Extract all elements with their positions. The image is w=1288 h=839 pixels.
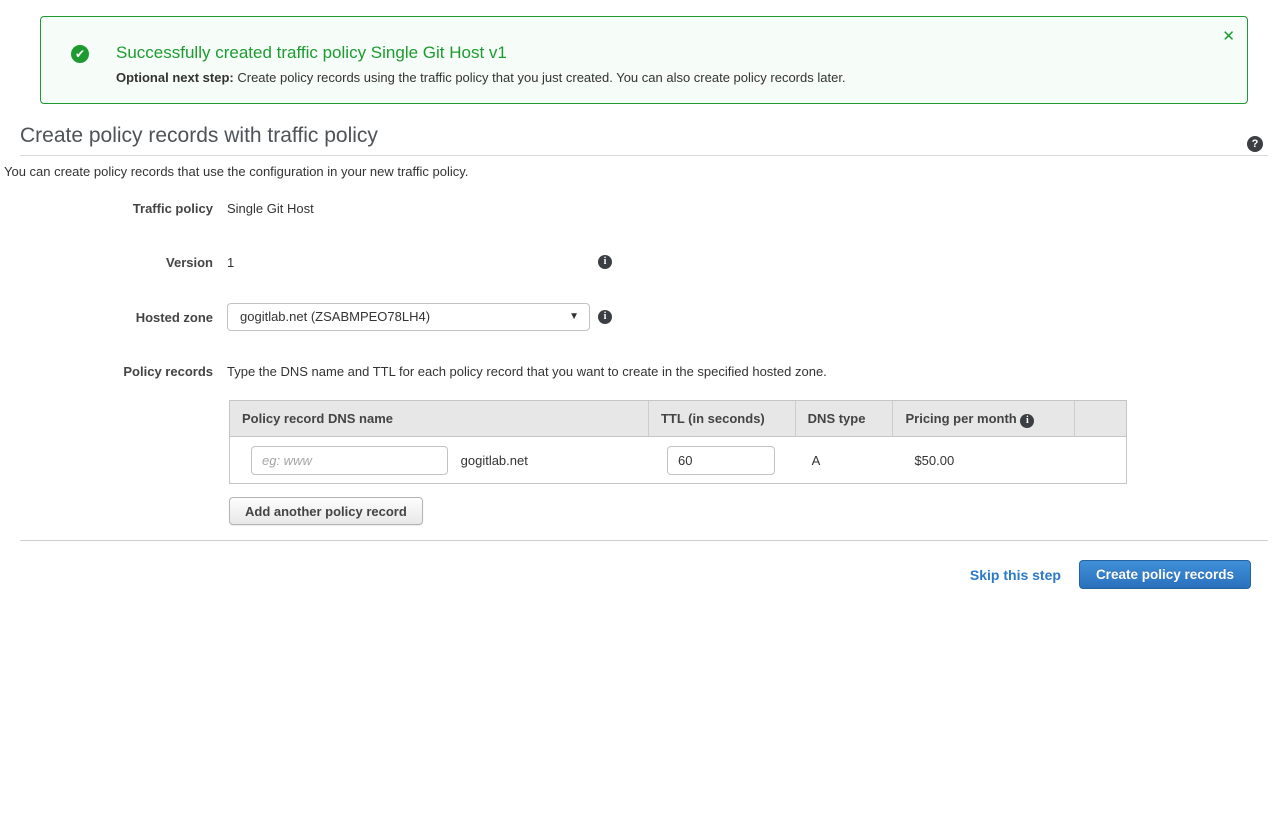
add-policy-record-button[interactable]: Add another policy record bbox=[229, 497, 423, 525]
policy-records-description: Type the DNS name and TTL for each polic… bbox=[227, 364, 827, 379]
version-info-icon[interactable]: i bbox=[598, 255, 612, 269]
footer-divider bbox=[20, 540, 1268, 541]
header-empty bbox=[1074, 401, 1126, 436]
banner-next-step: Optional next step: Create policy record… bbox=[116, 70, 846, 85]
policy-records-label: Policy records bbox=[123, 364, 213, 379]
chevron-down-icon: ▼ bbox=[569, 304, 579, 330]
cell-ttl bbox=[648, 446, 795, 475]
header-pricing: Pricing per month i bbox=[892, 401, 1074, 436]
skip-this-step-link[interactable]: Skip this step bbox=[970, 567, 1061, 583]
hosted-zone-label: Hosted zone bbox=[136, 310, 213, 325]
banner-next-step-label: Optional next step: bbox=[116, 70, 234, 85]
header-dns-name: Policy record DNS name bbox=[230, 401, 648, 436]
hosted-zone-info-icon[interactable]: i bbox=[598, 310, 612, 324]
success-banner: ✔ Successfully created traffic policy Si… bbox=[40, 16, 1248, 104]
ttl-input[interactable] bbox=[667, 446, 775, 475]
version-label: Version bbox=[166, 255, 213, 270]
header-pricing-label: Pricing per month bbox=[905, 411, 1016, 426]
footer-actions: Skip this step Create policy records bbox=[970, 560, 1251, 589]
close-icon[interactable]: ✕ bbox=[1222, 29, 1235, 44]
header-dns-type: DNS type bbox=[795, 401, 893, 436]
banner-title: Successfully created traffic policy Sing… bbox=[116, 43, 507, 63]
success-check-icon: ✔ bbox=[71, 45, 89, 63]
table-row: gogitlab.net A $50.00 bbox=[230, 437, 1126, 483]
create-policy-records-button[interactable]: Create policy records bbox=[1079, 560, 1251, 589]
page-description: You can create policy records that use t… bbox=[4, 164, 468, 179]
page-header: Create policy records with traffic polic… bbox=[20, 124, 1268, 156]
table-header-row: Policy record DNS name TTL (in seconds) … bbox=[230, 401, 1126, 437]
hosted-zone-selected-value: gogitlab.net (ZSABMPEO78LH4) bbox=[240, 309, 430, 324]
policy-record-dns-input[interactable] bbox=[251, 446, 448, 475]
help-icon[interactable]: ? bbox=[1247, 136, 1263, 152]
traffic-policy-value: Single Git Host bbox=[227, 201, 314, 216]
cell-dns-type: A bbox=[795, 453, 893, 468]
banner-next-step-text: Create policy records using the traffic … bbox=[234, 70, 846, 85]
cell-dns-name: gogitlab.net bbox=[230, 446, 648, 475]
traffic-policy-label: Traffic policy bbox=[133, 201, 213, 216]
page-title: Create policy records with traffic polic… bbox=[20, 124, 378, 148]
dns-suffix: gogitlab.net bbox=[461, 453, 528, 468]
hosted-zone-select[interactable]: gogitlab.net (ZSABMPEO78LH4) ▼ bbox=[227, 303, 590, 331]
version-value: 1 bbox=[227, 255, 234, 270]
policy-records-table: Policy record DNS name TTL (in seconds) … bbox=[229, 400, 1127, 484]
pricing-info-icon[interactable]: i bbox=[1020, 414, 1034, 428]
header-ttl: TTL (in seconds) bbox=[648, 401, 795, 436]
cell-pricing: $50.00 bbox=[892, 453, 1074, 468]
